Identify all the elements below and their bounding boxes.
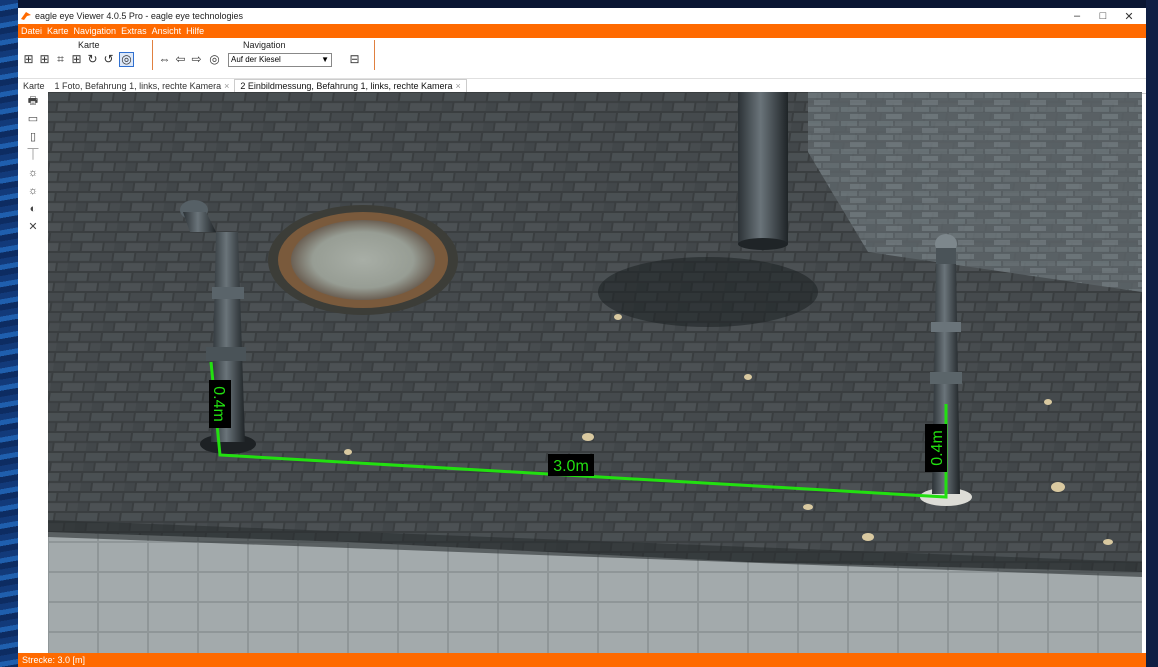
manhole-cover (268, 205, 458, 315)
menu-navigation[interactable]: Navigation (74, 26, 117, 36)
maximize-button[interactable]: □ (1090, 10, 1116, 22)
close-button[interactable]: ✕ (1116, 10, 1142, 23)
left-height-value: 0.4m (210, 386, 227, 422)
karte-group-label: Karte (78, 40, 100, 50)
location-select-value: Auf der Kiesel (231, 55, 281, 64)
chevron-down-icon: ▼ (321, 55, 329, 64)
vertical-measure-icon[interactable]: ▯ (18, 128, 48, 146)
right-height-label: 0.4m (925, 424, 947, 472)
map-layer-add-icon[interactable]: ⊞ (38, 53, 51, 66)
menu-karte[interactable]: Karte (47, 26, 69, 36)
arrow-left-icon[interactable]: ⇦ (174, 53, 187, 66)
window-controls: – □ ✕ (1064, 8, 1142, 24)
navigation-group-label: Navigation (243, 40, 286, 50)
tab-label: 2 Einbildmessung, Befahrung 1, links, re… (240, 81, 453, 91)
distance-label: 3.0m (548, 454, 594, 476)
split-view-icon[interactable]: ⊟ (348, 53, 361, 66)
brightness-up-icon[interactable]: ☼ (18, 164, 48, 182)
map-export-icon[interactable]: ⊞ (70, 53, 83, 66)
eagle-logo-icon (21, 12, 31, 20)
contrast-icon[interactable]: ◐ (18, 200, 48, 218)
tab-close-icon[interactable]: × (224, 81, 229, 91)
locate-icon[interactable]: ◎ (208, 53, 221, 66)
tab-label: 1 Foto, Befahrung 1, links, rechte Kamer… (54, 81, 222, 91)
distance-value: 3.0m (553, 458, 589, 475)
pole (738, 92, 788, 250)
menu-extras[interactable]: Extras (121, 26, 147, 36)
brightness-down-icon[interactable]: ☼ (18, 182, 48, 200)
print-icon[interactable]: 🖶 (18, 92, 48, 110)
tab-close-icon[interactable]: × (456, 81, 461, 91)
left-height-label: 0.4m (209, 380, 231, 428)
desktop-background-left (0, 0, 18, 667)
location-select[interactable]: Auf der Kiesel ▼ (228, 53, 332, 67)
tab-label: Karte (23, 81, 45, 91)
app-window: eagle eye Viewer 4.0.5 Pro - eagle eye t… (18, 8, 1146, 667)
minimize-button[interactable]: – (1064, 10, 1090, 22)
status-bar: Strecke: 3.0 [m] (18, 653, 1146, 667)
title-bar: eagle eye Viewer 4.0.5 Pro - eagle eye t… (18, 8, 1146, 24)
right-height-value: 0.4m (929, 430, 946, 466)
ribbon-separator (152, 40, 153, 70)
map-layer-icon[interactable]: ⊞ (22, 53, 35, 66)
target-icon[interactable]: ◎ (119, 52, 134, 67)
window-title: eagle eye Viewer 4.0.5 Pro - eagle eye t… (35, 11, 243, 21)
tab-einbildmessung[interactable]: 2 Einbildmessung, Befahrung 1, links, re… (234, 79, 467, 93)
image-viewport[interactable]: 3.0m 0.4m 0.4m (48, 92, 1142, 653)
desktop-background-top (0, 0, 1158, 8)
menu-hilfe[interactable]: Hilfe (186, 26, 204, 36)
ribbon-separator (374, 40, 375, 70)
clear-icon[interactable]: ✕ (18, 218, 48, 236)
ribbon: Karte Navigation ⊞ ⊞ ⌗ ⊞ ↻ ↺ ◎ ⇔ ⇦ ⇨ ◎ A… (18, 38, 1146, 79)
ruler-icon[interactable]: ▭ (18, 110, 48, 128)
map-grid-icon[interactable]: ⌗ (54, 53, 67, 66)
menu-bar: Datei Karte Navigation Extras Ansicht Hi… (18, 24, 1146, 38)
status-text: Strecke: 3.0 [m] (22, 655, 86, 665)
arrow-right-icon[interactable]: ⇨ (190, 53, 203, 66)
menu-datei[interactable]: Datei (21, 26, 42, 36)
menu-ansicht[interactable]: Ansicht (152, 26, 182, 36)
street-photo: 3.0m 0.4m 0.4m (48, 92, 1142, 653)
height-measure-icon[interactable]: ⏉ (18, 146, 48, 164)
wet-stain (598, 257, 818, 327)
refresh-icon[interactable]: ↻ (86, 53, 99, 66)
rotate-add-icon[interactable]: ↺ (102, 53, 115, 66)
side-toolbar: 🖶 ▭ ▯ ⏉ ☼ ☼ ◐ ✕ (18, 92, 48, 652)
desktop-background-right (1146, 0, 1158, 667)
swap-arrows-icon[interactable]: ⇔ (158, 53, 171, 66)
